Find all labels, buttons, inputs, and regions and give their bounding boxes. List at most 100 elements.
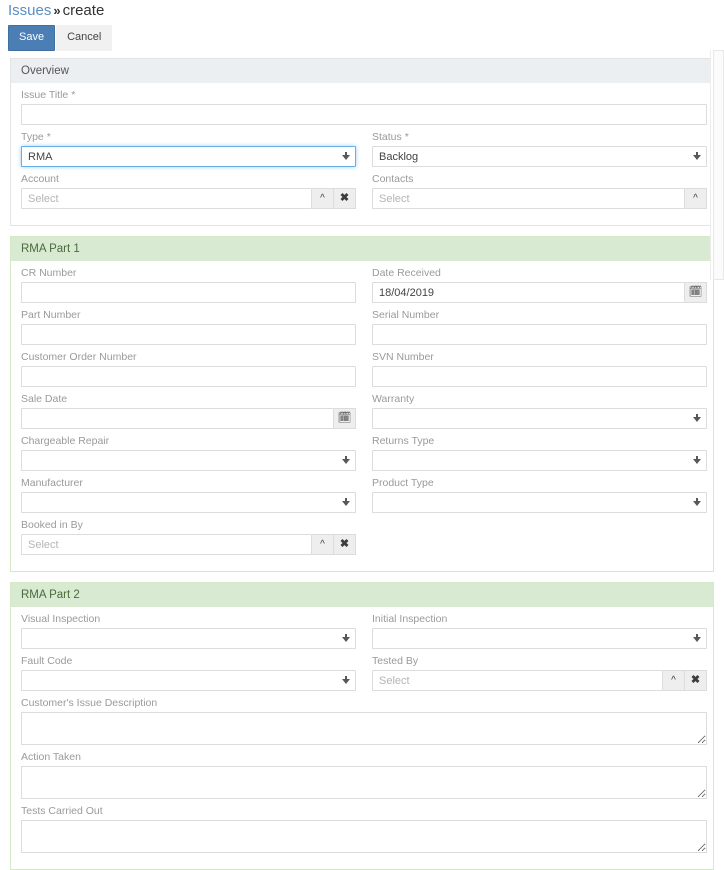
booked-in-by-expand-icon[interactable]: ^ [312,534,334,555]
customer-order-number-input[interactable] [21,366,356,387]
calendar-icon[interactable]: 🗓 [334,408,356,429]
field-serial-number: Serial Number [372,309,707,345]
label-part-number: Part Number [21,309,356,322]
warranty-select[interactable] [372,408,707,429]
field-tests-carried-out: Tests Carried Out [21,805,707,853]
page-title: Issues»create [0,0,724,19]
field-part-number: Part Number [21,309,356,345]
field-account: Account ^ ✖ [21,173,356,209]
field-contacts: Contacts ^ [372,173,707,209]
tests-carried-out-textarea[interactable] [21,820,707,853]
visual-inspection-select-wrapper[interactable] [21,628,356,649]
date-received-group: 🗓 [372,282,707,303]
page-scrollbar[interactable] [710,50,724,280]
booked-in-by-clear-icon[interactable]: ✖ [334,534,356,555]
label-manufacturer: Manufacturer [21,477,356,490]
action-taken-textarea[interactable] [21,766,707,799]
calendar-icon[interactable]: 🗓 [685,282,707,303]
issue-title-input[interactable] [21,104,707,125]
field-svn-number: SVN Number [372,351,707,387]
contacts-input[interactable] [372,188,685,209]
product-type-select[interactable] [372,492,707,513]
field-type: Type * [21,131,356,167]
fault-code-select-wrapper[interactable] [21,670,356,691]
booked-in-by-lookup: ^ ✖ [21,534,356,555]
warranty-select-wrapper[interactable] [372,408,707,429]
account-lookup: ^ ✖ [21,188,356,209]
cancel-button[interactable]: Cancel [56,25,112,51]
product-type-select-wrapper[interactable] [372,492,707,513]
fault-code-select[interactable] [21,670,356,691]
label-status: Status * [372,131,707,144]
field-tested-by: Tested By ^ ✖ [372,655,707,691]
label-date-received: Date Received [372,267,707,280]
field-visual-inspection: Visual Inspection [21,613,356,649]
tested-by-input[interactable] [372,670,663,691]
label-initial-inspection: Initial Inspection [372,613,707,626]
account-expand-icon[interactable]: ^ [312,188,334,209]
breadcrumb-current: create [63,2,105,19]
account-clear-icon[interactable]: ✖ [334,188,356,209]
overview-section-header: Overview [10,58,714,83]
label-serial-number: Serial Number [372,309,707,322]
manufacturer-select-wrapper[interactable] [21,492,356,513]
manufacturer-select[interactable] [21,492,356,513]
field-customer-order-number: Customer Order Number [21,351,356,387]
status-select[interactable] [372,146,707,167]
save-button[interactable]: Save [8,25,55,51]
status-select-wrapper[interactable] [372,146,707,167]
sale-date-input[interactable] [21,408,334,429]
breadcrumb-issues-link[interactable]: Issues [8,2,51,19]
field-date-received: Date Received 🗓 [372,267,707,303]
tested-by-clear-icon[interactable]: ✖ [685,670,707,691]
label-returns-type: Returns Type [372,435,707,448]
type-select-wrapper[interactable] [21,146,356,167]
field-sale-date: Sale Date 🗓 [21,393,356,429]
label-visual-inspection: Visual Inspection [21,613,356,626]
label-tests-carried-out: Tests Carried Out [21,805,707,818]
booked-in-by-input[interactable] [21,534,312,555]
tested-by-expand-icon[interactable]: ^ [663,670,685,691]
svn-number-input[interactable] [372,366,707,387]
visual-inspection-select[interactable] [21,628,356,649]
field-cr-number: CR Number [21,267,356,303]
contacts-lookup: ^ [372,188,707,209]
form-toolbar: Save Cancel [8,25,724,51]
type-select[interactable] [21,146,356,167]
returns-type-select[interactable] [372,450,707,471]
date-received-input[interactable] [372,282,685,303]
field-action-taken: Action Taken [21,751,707,799]
label-customers-issue-description: Customer's Issue Description [21,697,707,710]
chargeable-repair-select-wrapper[interactable] [21,450,356,471]
label-chargeable-repair: Chargeable Repair [21,435,356,448]
label-booked-in-by: Booked in By [21,519,356,532]
field-returns-type: Returns Type [372,435,707,471]
account-input[interactable] [21,188,312,209]
field-manufacturer: Manufacturer [21,477,356,513]
label-type: Type * [21,131,356,144]
label-contacts: Contacts [372,173,707,186]
returns-type-select-wrapper[interactable] [372,450,707,471]
field-warranty: Warranty [372,393,707,429]
rma-part-2-panel: Visual Inspection Initial Inspection [10,607,714,870]
field-status: Status * [372,131,707,167]
scrollbar-thumb[interactable] [713,50,724,280]
label-account: Account [21,173,356,186]
tested-by-lookup: ^ ✖ [372,670,707,691]
part-number-input[interactable] [21,324,356,345]
field-product-type: Product Type [372,477,707,513]
initial-inspection-select[interactable] [372,628,707,649]
label-svn-number: SVN Number [372,351,707,364]
rma-part-2-section-header: RMA Part 2 [10,582,714,607]
label-issue-title: Issue Title * [21,89,707,102]
initial-inspection-select-wrapper[interactable] [372,628,707,649]
rma-part-1-panel: CR Number Date Received 🗓 Part Number [10,261,714,572]
serial-number-input[interactable] [372,324,707,345]
field-customers-issue-description: Customer's Issue Description [21,697,707,745]
contacts-expand-icon[interactable]: ^ [685,188,707,209]
label-action-taken: Action Taken [21,751,707,764]
field-booked-in-by: Booked in By ^ ✖ [21,519,356,555]
cr-number-input[interactable] [21,282,356,303]
chargeable-repair-select[interactable] [21,450,356,471]
customers-issue-description-textarea[interactable] [21,712,707,745]
